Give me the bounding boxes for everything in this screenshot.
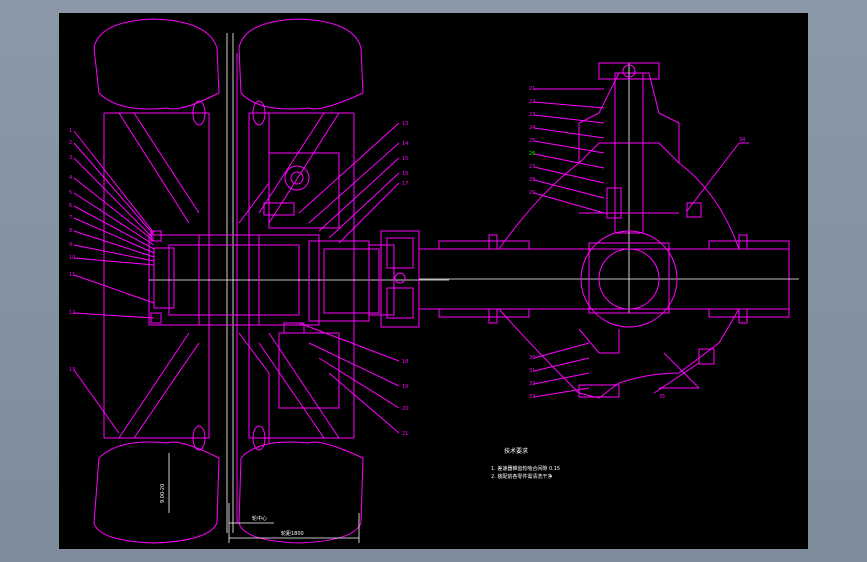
callout-d1: 21 [529,86,535,92]
callout-d8: 28 [529,177,535,183]
drawing-canvas: 9.00-20 1 2 3 4 5 6 7 8 9 10 11 12 13 13… [69,18,799,544]
callout-20: 20 [402,406,408,412]
callout-6: 6 [69,203,72,209]
technical-notes: 技术要求 1. 差速器锥齿轮啮合间隙 0.15 2. 装配前各零件需清洗干净 [491,447,560,480]
callout-2: 2 [69,140,72,146]
notes-title: 技术要求 [504,447,528,455]
callout-d6: 26 [529,151,535,157]
callout-12: 12 [69,310,75,316]
callout-d13: 33 [529,394,535,400]
callout-d10: 30 [529,355,535,361]
callout-10: 10 [69,255,75,261]
callout-18: 18 [402,359,408,365]
callout-9: 9 [69,242,72,248]
dim-track-width: 轮距1800 [281,530,304,537]
callout-3: 3 [69,155,72,161]
callout-d4: 24 [529,125,535,131]
callout-15: 15 [402,156,408,162]
callout-d12: 32 [529,381,535,387]
axle-tube [418,234,799,324]
callout-d9: 29 [529,190,535,196]
callout-16: 16 [402,171,408,177]
callout-21: 21 [402,431,408,437]
cad-drawing-viewport[interactable]: 9.00-20 1 2 3 4 5 6 7 8 9 10 11 12 13 13… [59,13,808,549]
callout-d7: 27 [529,164,535,170]
callout-d14: 34 [739,137,745,143]
callout-17: 17 [402,181,408,187]
callout-13-left: 13 [69,367,75,373]
callout-d5: 25 [529,138,535,144]
callout-7: 7 [69,215,72,221]
hub-assembly [148,113,449,443]
notes-line-1: 1. 差速器锥齿轮啮合间隙 0.15 [491,465,560,472]
callout-19: 19 [402,384,408,390]
callout-1: 1 [69,128,72,134]
dimension-lines: 轮中心 轮距1800 [228,503,360,543]
differential-housing [498,62,749,399]
callout-5: 5 [69,190,72,196]
left-callouts: 1 2 3 4 5 6 7 8 9 10 11 12 13 [69,128,155,434]
notes-line-2: 2. 装配前各零件需清洗干净 [491,473,552,480]
callout-d11: 31 [529,368,535,374]
callout-8: 8 [69,228,72,234]
callout-4: 4 [69,175,72,181]
callout-13: 13 [402,121,408,127]
callout-d2: 22 [529,99,535,105]
tire-dimension-label: 9.00-20 [160,484,166,503]
wheel-assembly-left: 9.00-20 [93,18,364,544]
callout-d3: 23 [529,112,535,118]
callout-11: 11 [69,272,75,278]
dim-hub-center: 轮中心 [252,515,267,522]
callout-d15: 35 [659,394,665,400]
callout-14: 14 [402,141,408,147]
